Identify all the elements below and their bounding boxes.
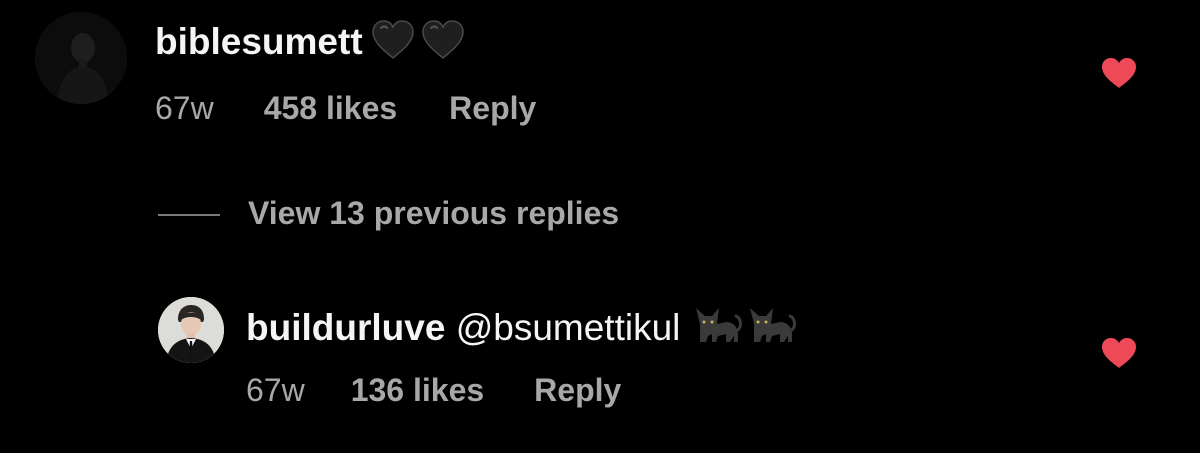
reply-meta: 67w 136 likes Reply (246, 370, 621, 410)
reply-mention[interactable]: @bsumettikul (456, 307, 681, 348)
divider-line (158, 214, 220, 216)
view-replies-label: View 13 previous replies (248, 195, 620, 231)
avatar[interactable] (35, 12, 127, 104)
comment-likes[interactable]: 458 likes (264, 88, 397, 128)
reply-username[interactable]: buildurluve (246, 307, 445, 348)
like-heart-icon[interactable] (1101, 337, 1137, 369)
reply-button[interactable]: Reply (534, 370, 621, 410)
black-heart-icon (421, 20, 465, 60)
reply-likes[interactable]: 136 likes (351, 370, 484, 410)
reply-time: 67w (246, 372, 305, 408)
like-heart-icon[interactable] (1101, 57, 1137, 89)
comment-username[interactable]: biblesumett (155, 21, 363, 62)
avatar-image (158, 297, 224, 363)
comment-content: biblesumett (155, 20, 465, 64)
reply-button[interactable]: Reply (449, 88, 536, 128)
avatar[interactable] (158, 297, 224, 363)
comment-meta: 67w 458 likes Reply (155, 88, 536, 128)
comment-time: 67w (155, 90, 214, 126)
black-heart-icon (371, 20, 415, 60)
black-cat-icon (746, 302, 797, 348)
reply-content: buildurluve @bsumettikul (246, 302, 797, 350)
black-cat-icon (692, 302, 743, 348)
avatar-image (35, 12, 127, 104)
